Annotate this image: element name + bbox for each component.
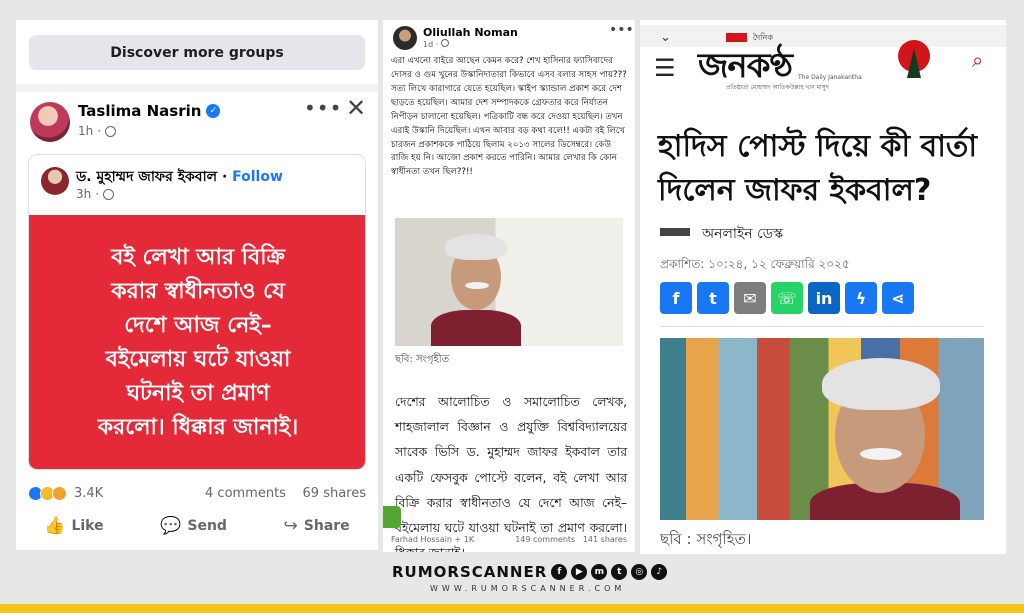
avatar[interactable] [393,26,417,50]
close-icon[interactable]: ✕ [346,94,366,122]
instagram-icon: ◎ [631,564,648,580]
avatar[interactable] [30,102,70,142]
photo-caption: ছবি: সংগৃহীত [395,354,450,365]
reactions[interactable]: 3.4K [28,486,103,501]
shared-author-name[interactable]: ড. মুহাম্মদ জাফর ইকবাল [76,169,217,185]
send-button[interactable]: 💬 Send [160,516,227,536]
photo-shirt [431,310,521,346]
thumbs-up-icon: 👍 [44,516,66,536]
janakantha-panel: ⌄ ☰ দৈনিক জনকণ্ঠ প্রতিষ্ঠাতা মোহাম্মদ আত… [640,20,1006,554]
divider [660,326,984,327]
article-excerpt: দেশের আলোচিত ও সমালোচিত লেখক, শাহজালাল ব… [395,395,627,552]
post-time: 1d · [423,39,449,49]
quote-line: করলো। ধিক্কার জানাই। [97,415,299,441]
share-button[interactable]: ↪ Share [284,516,350,536]
share-icon[interactable]: ⋖ [882,282,914,314]
desk-marker [660,228,690,236]
website-url: WWW.RUMORSCANNER.COM [430,584,626,593]
messenger-share-icon[interactable]: ϟ [845,282,877,314]
whatsapp-share-icon[interactable]: ☏ [771,282,803,314]
shares-count[interactable]: 141 shares [583,535,627,544]
quote-line: বইমেলায় ঘটে যাওয়া [105,347,291,372]
post-author[interactable]: Taslima Nasrin ✓ [78,102,221,120]
article-photo[interactable] [660,338,984,520]
youtube-icon: ▶ [571,564,588,580]
shared-time-text[interactable]: 3h [76,187,91,201]
post-card: Taslima Nasrin ✓ 1h · ••• ✕ ড. মুহাম্মদ … [16,92,378,550]
discover-more-groups-button[interactable]: Discover more groups [29,35,365,70]
article-headline: হাদিস পোস্ট দিয়ে কী বার্তা দিলেন জাফর ই… [658,129,978,208]
search-icon[interactable]: ⌕ [972,48,983,72]
globe-icon [103,188,115,200]
globe-icon [440,39,449,47]
shared-avatar[interactable] [41,167,69,195]
post-author[interactable]: Oliullah Noman [423,26,518,39]
photo-caption: ছবি : সংগৃহিত। [660,530,752,548]
brand-name: RUMORSCANNER [392,563,548,581]
quote-card: বই লেখা আর বিক্রি করার স্বাধীনতাও যে দেশ… [29,215,365,469]
published-date: প্রকাশিত: ১০:২৪, ১২ ফেব্রুয়ারি ২০২৫ [660,257,850,271]
post-time[interactable]: 1h [78,124,93,138]
send-label: Send [187,518,227,534]
photo-moustache [465,282,489,289]
chevron-down-icon[interactable]: ⌄ [660,30,671,45]
verified-badge-icon: ✓ [206,104,221,118]
post-stats: 3.4K 4 comments 69 shares [28,486,366,501]
reactions-count[interactable]: 3.4K [74,486,103,501]
quote-line: ঘটনাই তা প্রমাণ [126,381,270,407]
noman-post-panel: Oliullah Noman 1d · ••• এরা এখনো বাইরে আ… [383,20,635,552]
post-time-text[interactable]: 1d · [423,40,441,49]
post-footer: Farhad Hossain + 1K 149 comments 141 sha… [383,535,635,544]
quote-line: বই লেখা আর বিক্রি [111,244,285,270]
share-label: Share [303,518,350,534]
email-share-icon[interactable]: ✉ [734,282,766,314]
share-arrow-icon: ↪ [283,516,298,536]
messenger-icon: m [591,564,608,580]
photo-moustache [860,448,902,460]
post-meta: 1h · [78,124,117,138]
photo-hair [822,358,940,410]
logo-subtitle: প্রতিষ্ঠাতা মোহাম্মদ আতিকউল্লাহ খান মাসু… [726,84,829,91]
follow-button[interactable]: Follow [232,169,283,185]
facebook-share-icon[interactable]: f [660,282,692,314]
more-options-icon[interactable]: ••• [304,96,342,120]
sad-reaction-icon [52,486,67,501]
more-options-icon[interactable]: ••• [609,22,634,38]
quote-line: দেশে আজ নেই– [124,312,272,338]
comments-count[interactable]: 149 comments [515,535,575,544]
post-text: এরা এখনো বাইরে আছেন কেমন করে? শেখ হাসিনা… [391,56,627,178]
shared-time: 3h · [76,187,115,201]
reactors[interactable]: Farhad Hossain + 1K [391,535,474,544]
twitter-share-icon[interactable]: t [697,282,729,314]
share-bar: f t ✉ ☏ in ϟ ⋖ [660,282,914,314]
post-photo[interactable] [395,218,623,346]
post-actions: 👍 Like 💬 Send ↪ Share [16,502,378,550]
discover-card: Discover more groups [16,20,378,84]
facebook-post-panel: Discover more groups Taslima Nasrin ✓ 1h… [16,20,378,550]
logo-english: The Daily Janakantha [798,74,862,81]
shared-post[interactable]: ড. মুহাম্মদ জাফর ইকবাল · Follow 3h · বই … [28,154,366,470]
tiktok-icon: ♪ [651,564,668,580]
author-desk: অনলাইন ডেস্ক [702,226,784,242]
photo-hair [445,234,507,260]
globe-icon [105,125,117,137]
shared-author: ড. মুহাম্মদ জাফর ইকবাল · Follow [76,169,283,185]
author-name[interactable]: Taslima Nasrin [78,102,201,120]
menu-icon[interactable]: ☰ [654,54,676,82]
facebook-icon: f [551,564,568,580]
twitter-icon: t [611,564,628,580]
linkedin-share-icon[interactable]: in [808,282,840,314]
like-button[interactable]: 👍 Like [44,516,103,536]
brand-footer: RUMORSCANNER f ▶ m t ◎ ♪ [392,563,668,581]
like-label: Like [71,518,104,534]
messenger-icon: 💬 [160,516,182,536]
quote-line: করার স্বাধীনতাও যে [111,278,285,304]
shares-count[interactable]: 69 shares [303,486,366,501]
site-logo[interactable]: দৈনিক জনকণ্ঠ প্রতিষ্ঠাতা মোহাম্মদ আতিকউল… [698,32,933,92]
comments-count[interactable]: 4 comments [205,486,286,501]
badge-icon [383,506,401,528]
footer-stripe [0,604,1024,613]
